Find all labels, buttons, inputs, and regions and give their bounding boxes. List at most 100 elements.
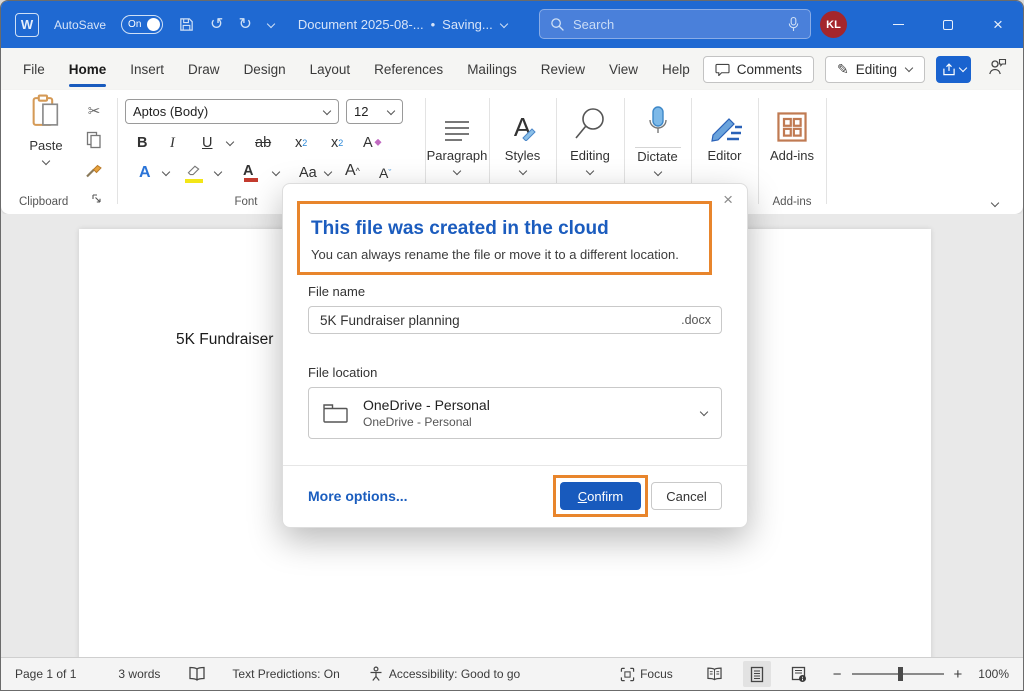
collapse-ribbon-chevron-icon[interactable] [990, 199, 999, 208]
paste-button[interactable]: Paste [17, 94, 75, 171]
font-size-combo[interactable]: 12 [346, 99, 403, 124]
file-name-input[interactable] [308, 306, 722, 334]
quick-access-chevron-icon[interactable] [267, 20, 276, 29]
font-name-chevron-icon [322, 107, 331, 116]
share-chevron-icon [959, 65, 966, 74]
file-name-field: .docx [308, 306, 722, 334]
subscript-mark: 2 [302, 138, 307, 148]
subscript-button[interactable]: x2 [295, 132, 307, 154]
tab-mailings[interactable]: Mailings [455, 48, 529, 90]
zoom-slider[interactable] [852, 673, 944, 675]
change-case-chevron-icon[interactable] [323, 168, 332, 177]
document-text[interactable]: 5K Fundraiser [176, 331, 273, 349]
save-icon[interactable] [178, 16, 195, 33]
share-button[interactable] [936, 56, 971, 83]
cancel-button[interactable]: Cancel [651, 482, 722, 510]
tab-layout[interactable]: Layout [298, 48, 363, 90]
editor-pen-icon [707, 99, 743, 143]
minimize-button[interactable] [873, 1, 923, 48]
more-options-link[interactable]: More options... [308, 488, 408, 504]
confirm-button[interactable]: Confirm [560, 482, 641, 510]
word-count[interactable]: 3 words [118, 667, 160, 681]
change-case-button[interactable]: Aa [299, 162, 317, 184]
editor-label: Editor [708, 148, 742, 163]
superscript-base: x [331, 135, 338, 151]
close-icon: × [993, 15, 1003, 35]
tab-review[interactable]: Review [529, 48, 597, 90]
title-chevron-icon[interactable] [500, 20, 509, 29]
accessibility-status[interactable]: Accessibility: Good to go [368, 666, 520, 682]
comment-bubble-icon [715, 63, 730, 76]
maximize-button[interactable] [923, 1, 973, 48]
zoom-out-button[interactable]: − [833, 666, 842, 683]
font-size-chevron-icon [386, 107, 395, 116]
web-layout-button[interactable] [785, 661, 813, 687]
text-effects-button[interactable]: A [139, 162, 151, 184]
strikethrough-button[interactable]: ab [255, 132, 271, 154]
print-layout-button[interactable] [743, 661, 771, 687]
font-name-combo[interactable]: Aptos (Body) [125, 99, 339, 124]
font-color-chevron-icon[interactable] [271, 168, 280, 177]
shrink-font-letter: A [379, 165, 388, 181]
read-mode-button[interactable] [701, 661, 729, 687]
tab-draw[interactable]: Draw [176, 48, 232, 90]
zoom-slider-thumb[interactable] [898, 667, 903, 681]
tab-help[interactable]: Help [650, 48, 702, 90]
page-indicator[interactable]: Page 1 of 1 [15, 667, 76, 681]
comments-button[interactable]: Comments [703, 56, 814, 83]
search-input[interactable] [573, 17, 779, 32]
avatar[interactable]: KL [820, 11, 847, 38]
focus-button[interactable]: Focus [620, 667, 673, 682]
superscript-button[interactable]: x2 [331, 132, 343, 154]
document-title[interactable]: Document 2025-08-... [298, 17, 424, 32]
autosave-toggle[interactable]: On [121, 15, 163, 34]
dialog-subtitle: You can always rename the file or move i… [311, 247, 679, 262]
styles-label: Styles [505, 148, 540, 163]
file-location-dropdown[interactable]: OneDrive - Personal OneDrive - Personal [308, 387, 722, 439]
grow-font-button[interactable]: A^ [345, 160, 360, 182]
tab-insert[interactable]: Insert [118, 48, 176, 90]
tab-file[interactable]: File [11, 48, 57, 90]
close-button[interactable]: × [973, 1, 1023, 48]
shrink-font-button[interactable]: Aˇ [379, 162, 391, 184]
search-icon [550, 17, 565, 32]
tab-design[interactable]: Design [232, 48, 298, 90]
clear-formatting-button[interactable]: A [363, 132, 382, 154]
underline-button[interactable]: U [202, 132, 212, 154]
microphone-icon[interactable] [787, 16, 800, 32]
bold-button[interactable]: B [137, 132, 147, 154]
font-color-button[interactable]: A [243, 160, 253, 182]
search-box[interactable] [539, 9, 811, 39]
focus-icon [620, 667, 635, 682]
undo-icon[interactable]: ↺ [210, 17, 223, 33]
tab-references[interactable]: References [362, 48, 455, 90]
format-painter-icon[interactable] [81, 156, 107, 182]
redo-icon[interactable]: ↻ [238, 17, 251, 33]
proofing-icon[interactable] [188, 666, 206, 682]
tab-home[interactable]: Home [57, 48, 119, 90]
copy-icon[interactable] [81, 127, 107, 153]
zoom-in-button[interactable]: + [954, 666, 963, 683]
zoom-level[interactable]: 100% [978, 667, 1009, 681]
font-color-icon: A [243, 163, 253, 179]
editing-mode-label: Editing [856, 62, 897, 77]
clipboard-dialog-launcher-icon[interactable] [91, 191, 102, 209]
shrink-font-mark: ˇ [388, 168, 391, 178]
paste-chevron-icon[interactable] [42, 157, 51, 166]
dictate-label: Dictate [637, 149, 677, 164]
underline-chevron-icon[interactable] [225, 138, 234, 147]
editing-mode-button[interactable]: ✎ Editing [825, 56, 925, 83]
autosave-state: On [128, 19, 141, 30]
dialog-close-icon[interactable]: × [723, 190, 733, 210]
clear-formatting-eraser-icon [374, 139, 382, 147]
text-effects-chevron-icon[interactable] [161, 168, 170, 177]
italic-button[interactable]: I [170, 132, 175, 154]
font-color-letter: A [243, 163, 253, 179]
tab-view[interactable]: View [597, 48, 650, 90]
cut-icon[interactable]: ✂ [81, 98, 107, 124]
font-name-value: Aptos (Body) [133, 104, 208, 119]
share-person-icon[interactable] [988, 58, 1007, 80]
highlight-button[interactable] [185, 160, 203, 182]
text-predictions[interactable]: Text Predictions: On [232, 667, 339, 681]
highlight-chevron-icon[interactable] [213, 168, 222, 177]
